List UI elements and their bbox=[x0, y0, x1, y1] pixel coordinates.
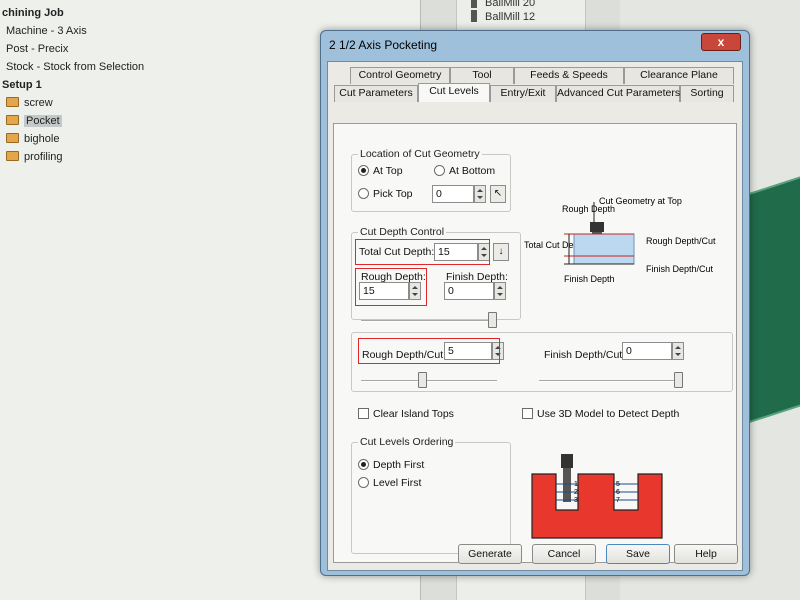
radio-indicator bbox=[358, 165, 369, 176]
finish-depth-per-cut-input[interactable]: 0 bbox=[622, 342, 672, 360]
order-number: 2 bbox=[574, 489, 578, 496]
rough-per-cut-slider[interactable] bbox=[418, 372, 428, 388]
finish-depth-per-cut-label: Finish Depth/Cut: bbox=[544, 349, 626, 361]
diagram-finish-per-cut-label: Finish Depth/Cut bbox=[646, 264, 714, 274]
dialog-titlebar[interactable]: 2 1/2 Axis Pocketing x bbox=[321, 31, 749, 57]
folder-icon bbox=[6, 151, 19, 161]
close-icon: x bbox=[717, 35, 725, 49]
tab-clearance-plane[interactable]: Clearance Plane bbox=[624, 67, 734, 84]
dialog-body: Control Geometry Tool Feeds & Speeds Cle… bbox=[327, 61, 743, 571]
tab-cut-levels[interactable]: Cut Levels bbox=[418, 83, 490, 102]
folder-icon bbox=[6, 115, 19, 125]
tool-icon bbox=[471, 0, 477, 8]
cancel-button[interactable]: Cancel bbox=[532, 544, 596, 564]
tab-advanced-cut-parameters[interactable]: Advanced Cut Parameters bbox=[556, 85, 680, 102]
radio-indicator bbox=[358, 459, 369, 470]
checkbox-indicator bbox=[358, 408, 369, 419]
highlight-rough-depth bbox=[355, 268, 427, 306]
diagram-rough-per-cut-label: Rough Depth/Cut bbox=[646, 236, 716, 246]
depth-split-slider-track bbox=[361, 320, 497, 322]
close-button[interactable]: x bbox=[701, 33, 741, 51]
radio-depth-first[interactable]: Depth First bbox=[358, 459, 424, 471]
order-number: 6 bbox=[616, 489, 620, 496]
cut-depth-diagram: Cut Geometry at Top Rough Depth Total Cu… bbox=[524, 196, 716, 284]
folder-icon bbox=[6, 133, 19, 143]
diagram-finish-depth-label: Finish Depth bbox=[564, 274, 615, 284]
tree-post[interactable]: Post - Precix bbox=[6, 40, 68, 58]
folder-icon bbox=[6, 97, 19, 107]
pick-top-stepper[interactable] bbox=[474, 185, 486, 203]
tab-control-geometry[interactable]: Control Geometry bbox=[350, 67, 450, 84]
use-3d-model-checkbox[interactable]: Use 3D Model to Detect Depth bbox=[522, 408, 679, 420]
tree-stock[interactable]: Stock - Stock from Selection bbox=[6, 58, 144, 76]
radio-at-bottom[interactable]: At Bottom bbox=[434, 165, 495, 177]
tree-item-label: screw bbox=[24, 97, 53, 109]
tab-entry-exit[interactable]: Entry/Exit bbox=[490, 85, 556, 102]
rough-per-cut-slider-track bbox=[361, 380, 497, 382]
save-button[interactable]: Save bbox=[606, 544, 670, 564]
tree-job[interactable]: chining Job bbox=[2, 4, 64, 22]
radio-indicator bbox=[358, 477, 369, 488]
tool-holder-shape bbox=[590, 222, 604, 232]
tree-item-label: profiling bbox=[24, 151, 63, 163]
stock-shape bbox=[573, 233, 635, 265]
tree-item-screw[interactable]: screw bbox=[6, 94, 53, 112]
finish-per-cut-slider-track bbox=[539, 380, 683, 382]
clear-island-tops-checkbox[interactable]: Clear Island Tops bbox=[358, 408, 454, 420]
tab-tool[interactable]: Tool bbox=[450, 67, 514, 84]
total-cut-depth-select-button[interactable]: ↓ bbox=[493, 243, 509, 261]
tab-sorting[interactable]: Sorting bbox=[680, 85, 734, 102]
radio-pick-top[interactable]: Pick Top bbox=[358, 188, 413, 200]
dialog-title: 2 1/2 Axis Pocketing bbox=[329, 38, 438, 52]
tree-machine[interactable]: Machine - 3 Axis bbox=[6, 22, 87, 40]
order-number: 3 bbox=[574, 497, 578, 504]
tool-body-shape bbox=[563, 468, 571, 502]
pick-top-select-button[interactable]: ↖ bbox=[490, 185, 506, 203]
part-profile-shape bbox=[531, 473, 663, 539]
location-group: Location of Cut Geometry At Top At Botto… bbox=[351, 148, 511, 212]
tool-item[interactable]: BallMill 20 bbox=[471, 0, 535, 9]
tree-item-bighole[interactable]: bighole bbox=[6, 130, 59, 148]
tool-item[interactable]: BallMill 12 bbox=[471, 10, 535, 23]
pocketing-dialog: 2 1/2 Axis Pocketing x Control Geometry … bbox=[320, 30, 750, 576]
finish-depth-input[interactable]: 0 bbox=[444, 282, 494, 300]
radio-indicator bbox=[434, 165, 445, 176]
highlight-rough-depth-per-cut bbox=[358, 338, 500, 364]
ordering-diagram: 1 2 3 5 6 7 bbox=[531, 454, 663, 539]
cut-depth-group-title: Cut Depth Control bbox=[358, 226, 447, 238]
order-number: 5 bbox=[616, 481, 620, 488]
tree-setup[interactable]: Setup 1 bbox=[2, 76, 42, 94]
depth-split-slider[interactable] bbox=[488, 312, 497, 328]
tree-item-label: bighole bbox=[24, 133, 60, 145]
radio-level-first[interactable]: Level First bbox=[358, 477, 421, 489]
tool-holder-shape bbox=[561, 454, 573, 468]
ordering-group-title: Cut Levels Ordering bbox=[358, 436, 456, 448]
finish-depth-per-cut-stepper[interactable] bbox=[672, 342, 684, 360]
tab-feeds-speeds[interactable]: Feeds & Speeds bbox=[514, 67, 624, 84]
radio-at-top[interactable]: At Top bbox=[358, 165, 403, 177]
order-number: 1 bbox=[574, 481, 578, 488]
radio-indicator bbox=[358, 188, 369, 199]
location-group-title: Location of Cut Geometry bbox=[358, 148, 482, 160]
arrow-down-icon: ↓ bbox=[498, 246, 504, 257]
highlight-total-cut-depth bbox=[355, 239, 490, 265]
tab-cut-parameters[interactable]: Cut Parameters bbox=[334, 85, 418, 102]
tree-item-pocket[interactable]: Pocket bbox=[6, 112, 62, 130]
tree-item-profiling[interactable]: profiling bbox=[6, 148, 63, 166]
order-number: 7 bbox=[616, 497, 620, 504]
pick-top-input[interactable]: 0 bbox=[432, 185, 474, 203]
finish-depth-stepper[interactable] bbox=[494, 282, 506, 300]
ordering-group: Cut Levels Ordering Depth First Level Fi… bbox=[351, 436, 511, 554]
cursor-arrow-icon: ↖ bbox=[493, 188, 503, 199]
tree-item-label: Pocket bbox=[24, 115, 62, 127]
finish-per-cut-slider[interactable] bbox=[674, 372, 683, 388]
checkbox-indicator bbox=[522, 408, 533, 419]
tool-icon bbox=[471, 10, 477, 22]
generate-button[interactable]: Generate bbox=[458, 544, 522, 564]
help-button[interactable]: Help bbox=[674, 544, 738, 564]
diagram-rough-depth-label: Rough Depth bbox=[562, 204, 615, 214]
cut-levels-panel: Location of Cut Geometry At Top At Botto… bbox=[333, 123, 737, 563]
